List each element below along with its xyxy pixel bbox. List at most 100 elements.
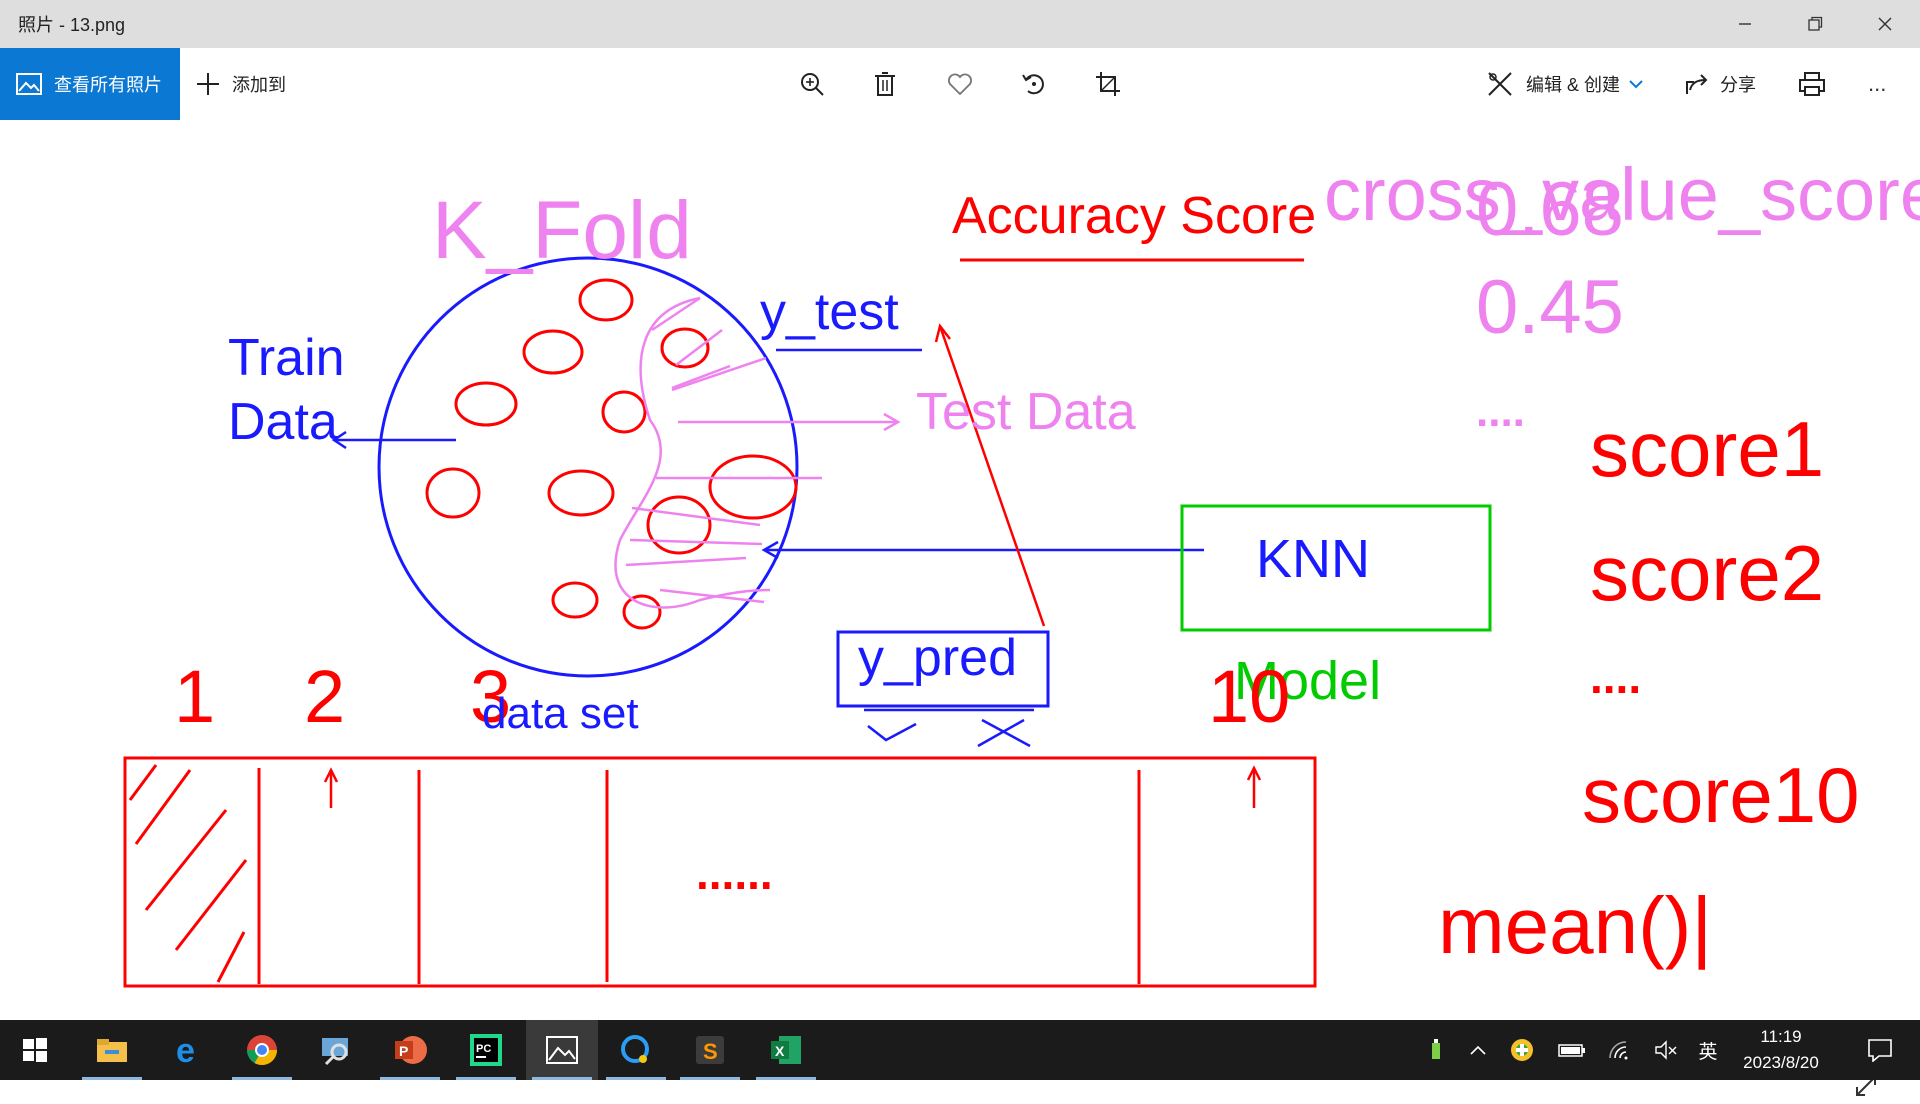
k-fold-text: K_Fold bbox=[432, 185, 692, 276]
tray-overflow-button[interactable] bbox=[1460, 1020, 1496, 1080]
windows-icon bbox=[23, 1038, 47, 1062]
zoom-button[interactable] bbox=[794, 66, 830, 102]
print-button[interactable] bbox=[1794, 66, 1830, 102]
trash-icon bbox=[875, 72, 895, 96]
add-to-button[interactable]: 添加到 bbox=[196, 48, 286, 120]
rotate-button[interactable] bbox=[1016, 66, 1052, 102]
magnifier-app-icon bbox=[322, 1038, 348, 1066]
train-arrow bbox=[331, 348, 1204, 560]
add-to-label: 添加到 bbox=[232, 75, 286, 95]
score10-text: score10 bbox=[1582, 751, 1860, 839]
close-button[interactable] bbox=[1850, 0, 1920, 48]
more-button[interactable]: ... bbox=[1868, 48, 1886, 120]
fold-label-2: 2 bbox=[304, 655, 346, 738]
edit-create-label: 编辑 & 创建 bbox=[1526, 75, 1621, 95]
notification-icon bbox=[1868, 1039, 1892, 1062]
data-text: Data bbox=[228, 393, 338, 451]
taskbar-file-explorer[interactable] bbox=[76, 1020, 148, 1080]
delete-button[interactable] bbox=[867, 66, 903, 102]
photos-icon bbox=[546, 1036, 578, 1064]
fold-label-10: 10 bbox=[1208, 655, 1291, 738]
cross-mark bbox=[977, 718, 1031, 748]
clock-time: 11:19 bbox=[1760, 1027, 1802, 1046]
tray-security[interactable] bbox=[1504, 1020, 1540, 1080]
score2-text: score2 bbox=[1590, 529, 1825, 617]
crop-icon bbox=[1096, 72, 1120, 96]
y-test-text: y_test bbox=[760, 283, 899, 341]
taskbar-pycharm[interactable]: PC bbox=[450, 1020, 522, 1080]
powerpoint-icon: P bbox=[395, 1036, 427, 1064]
title-bar: 照片 - 13.png bbox=[0, 0, 1920, 48]
restore-button[interactable] bbox=[1780, 0, 1850, 48]
rotate-icon bbox=[1022, 74, 1044, 95]
fold-1-hatch bbox=[128, 764, 248, 983]
score-value-2: 0.45 bbox=[1476, 265, 1624, 350]
zoom-in-icon bbox=[801, 73, 824, 96]
score-ellipsis-red: .... bbox=[1590, 651, 1642, 703]
score1-text: score1 bbox=[1590, 405, 1825, 493]
train-text: Train bbox=[228, 329, 345, 387]
tray-usb[interactable] bbox=[1418, 1020, 1454, 1080]
minimize-button[interactable] bbox=[1710, 0, 1780, 48]
fold-arrows bbox=[323, 765, 1262, 808]
train-points bbox=[425, 278, 798, 630]
toolbar: 查看所有照片 添加到 编辑 & 创建 分享 ... bbox=[0, 48, 1920, 120]
restore-icon bbox=[1808, 16, 1823, 31]
taskbar-qq-browser[interactable] bbox=[600, 1020, 672, 1080]
svg-text:P: P bbox=[399, 1043, 408, 1059]
photo-icon bbox=[16, 73, 42, 95]
chevron-down-icon bbox=[1629, 80, 1643, 89]
crop-button[interactable] bbox=[1090, 66, 1126, 102]
view-all-photos-button[interactable]: 查看所有照片 bbox=[0, 48, 180, 120]
pred-to-test-arrow bbox=[934, 323, 1046, 627]
taskbar-photos[interactable] bbox=[526, 1020, 598, 1080]
accuracy-score-text: Accuracy Score bbox=[952, 187, 1317, 245]
close-icon bbox=[1878, 17, 1892, 31]
taskbar-chrome[interactable] bbox=[226, 1020, 298, 1080]
chevron-up-icon bbox=[1470, 1045, 1486, 1055]
notification-center-button[interactable] bbox=[1852, 1020, 1908, 1080]
taskbar-excel[interactable]: X bbox=[750, 1020, 822, 1080]
fold-ellipsis: ...... bbox=[696, 847, 773, 899]
y-pred-text: y_pred bbox=[858, 629, 1017, 687]
folder-icon bbox=[97, 1039, 127, 1062]
test-data-text: Test Data bbox=[916, 383, 1136, 441]
shield-app-icon bbox=[1511, 1039, 1533, 1061]
taskbar-edge[interactable]: e bbox=[152, 1020, 224, 1080]
heart-icon bbox=[948, 73, 972, 96]
view-all-photos-label: 查看所有照片 bbox=[54, 75, 162, 95]
taskbar-search-app[interactable] bbox=[300, 1020, 372, 1080]
score-ellipsis-pink: .... bbox=[1476, 387, 1525, 436]
edge-icon: e bbox=[176, 1034, 195, 1066]
tray-volume[interactable] bbox=[1648, 1020, 1684, 1080]
edit-create-icon bbox=[1488, 72, 1512, 96]
tray-wifi[interactable] bbox=[1602, 1020, 1638, 1080]
chrome-icon bbox=[247, 1035, 277, 1066]
sublime-icon: S bbox=[696, 1036, 724, 1064]
start-button[interactable] bbox=[0, 1020, 70, 1080]
svg-text:S: S bbox=[703, 1039, 718, 1064]
qq-browser-icon bbox=[621, 1035, 649, 1063]
usb-icon bbox=[1432, 1039, 1440, 1059]
svg-text:X: X bbox=[775, 1043, 785, 1059]
taskbar-clock[interactable]: 11:19 2023/8/20 bbox=[1716, 1020, 1846, 1080]
wifi-icon bbox=[1609, 1041, 1628, 1060]
knn-text: KNN bbox=[1256, 529, 1371, 589]
taskbar-powerpoint[interactable]: P bbox=[374, 1020, 446, 1080]
taskbar-sublime-text[interactable]: S bbox=[674, 1020, 746, 1080]
svg-text:e: e bbox=[176, 1034, 195, 1066]
tray-battery[interactable] bbox=[1554, 1020, 1590, 1080]
edit-create-button[interactable]: 编辑 & 创建 bbox=[1486, 48, 1644, 120]
battery-icon bbox=[1558, 1044, 1585, 1057]
taskbar: e P PC S X 英 11:19 2023/8/20 bbox=[0, 1020, 1920, 1080]
favorite-button[interactable] bbox=[942, 66, 978, 102]
volume-muted-icon bbox=[1655, 1040, 1677, 1060]
fold-label-1: 1 bbox=[174, 655, 216, 738]
excel-icon: X bbox=[771, 1036, 801, 1064]
printer-icon bbox=[1799, 72, 1825, 96]
plus-icon bbox=[197, 73, 219, 95]
window-title: 照片 - 13.png bbox=[18, 15, 126, 35]
share-button[interactable]: 分享 bbox=[1684, 48, 1756, 120]
more-label: ... bbox=[1868, 71, 1887, 96]
minimize-icon bbox=[1739, 23, 1751, 25]
